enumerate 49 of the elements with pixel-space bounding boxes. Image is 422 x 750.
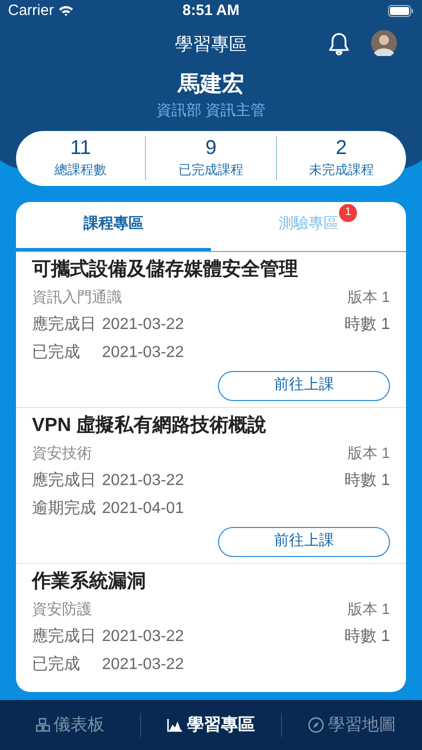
compass-icon [308, 717, 324, 733]
course-version: 版本 1 [347, 444, 390, 464]
status-date: 2021-03-22 [102, 654, 184, 674]
stat-label: 已完成課程 [178, 161, 244, 180]
tab[interactable]: 課程專區 [16, 202, 211, 250]
avatar-icon[interactable] [371, 30, 397, 56]
nav-tab[interactable]: 學習專區 [140, 713, 281, 737]
course-title: 作業系統漏洞 [32, 570, 147, 594]
start-class-button[interactable]: 前往上課 [218, 526, 390, 556]
due-label: 應完成日 [32, 626, 97, 646]
user-department: 資訊部 資訊主管 [156, 101, 266, 121]
nav-tab[interactable]: 儀表板 [0, 713, 140, 737]
due-label: 應完成日 [32, 314, 97, 334]
user-name: 馬建宏 [178, 70, 244, 98]
course-category: 資安防護 [32, 600, 92, 620]
course-category: 資訊入門通識 [32, 288, 122, 308]
stat-value: 9 [205, 136, 217, 160]
wifi-icon [58, 5, 74, 17]
nav-tab[interactable]: 學習地圖 [281, 713, 422, 737]
status-label: 已完成 [32, 654, 81, 674]
course-version: 版本 1 [347, 288, 390, 308]
course-hours: 時數 1 [344, 314, 390, 334]
clock-text: 8:51 AM [182, 0, 240, 21]
course-hours: 時數 1 [344, 626, 390, 646]
start-class-button[interactable]: 前往上課 [218, 370, 390, 400]
grid-icon [36, 718, 50, 732]
stat-label: 總課程數 [54, 161, 107, 180]
battery-icon [388, 5, 414, 17]
course-version: 版本 1 [347, 600, 390, 620]
status-label: 已完成 [32, 342, 81, 362]
page-title: 學習專區 [175, 32, 247, 56]
course-title: VPN 虛擬私有網路技術概說 [32, 414, 268, 438]
due-date: 2021-03-22 [102, 626, 184, 646]
due-label: 應完成日 [32, 470, 97, 490]
due-date: 2021-03-22 [102, 314, 184, 334]
due-date: 2021-03-22 [102, 470, 184, 490]
course-category: 資安技術 [32, 444, 92, 464]
carrier-text: Carrier [8, 0, 54, 21]
stat-label: 未完成課程 [308, 161, 374, 180]
status-date: 2021-04-01 [102, 498, 184, 518]
course-hours: 時數 1 [344, 470, 390, 490]
stat-value: 2 [336, 136, 347, 160]
status-date: 2021-03-22 [102, 342, 184, 362]
course-title: 可攜式設備及儲存媒體安全管理 [32, 258, 299, 282]
bell-icon[interactable] [328, 32, 350, 56]
notification-badge: 1 [339, 204, 357, 222]
status-label: 逾期完成 [32, 498, 97, 518]
mountain-chart-icon [167, 718, 183, 732]
stat-value: 11 [70, 136, 92, 160]
